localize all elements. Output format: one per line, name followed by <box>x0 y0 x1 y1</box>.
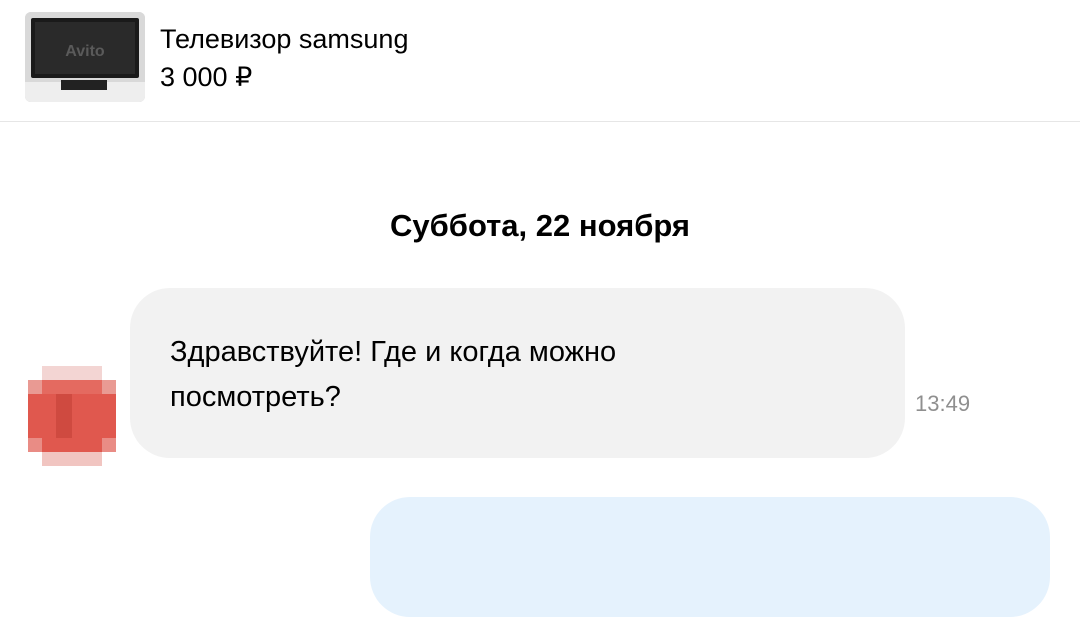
message-timestamp: 13:49 <box>915 391 971 416</box>
date-separator: Суббота, 22 ноября <box>390 208 690 243</box>
listing-title[interactable]: Телевизор samsung <box>160 22 408 56</box>
avatar[interactable] <box>28 366 116 466</box>
tv-product-photo: Avito <box>25 12 145 102</box>
pixelated-avatar-icon <box>28 366 116 466</box>
outgoing-message-bubble[interactable] <box>370 497 1050 617</box>
incoming-message-bubble[interactable]: Здравствуйте! Где и когда можно посмотре… <box>130 288 905 458</box>
listing-price: 3 000 ₽ <box>160 62 253 92</box>
avito-watermark: Avito <box>65 43 105 60</box>
listing-header[interactable]: Avito Телевизор samsung 3 000 ₽ <box>0 0 1080 122</box>
listing-thumbnail[interactable]: Avito <box>25 12 145 102</box>
message-text: Здравствуйте! Где и когда можно посмотре… <box>170 336 617 413</box>
